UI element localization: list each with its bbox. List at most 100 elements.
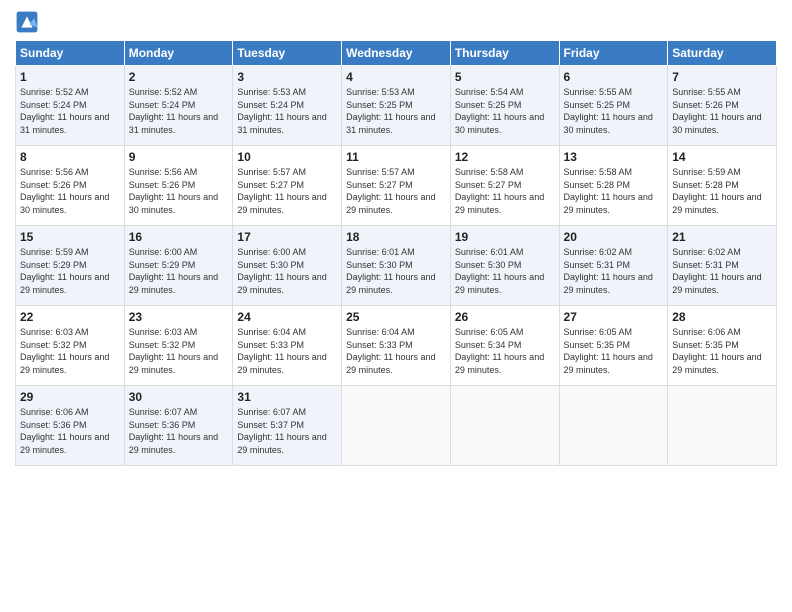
- day-info: Sunrise: 6:05 AM Sunset: 5:34 PM Dayligh…: [455, 326, 555, 376]
- day-info: Sunrise: 5:56 AM Sunset: 5:26 PM Dayligh…: [20, 166, 120, 216]
- calendar-cell: [342, 386, 451, 466]
- day-number: 31: [237, 390, 337, 404]
- weekday-header-saturday: Saturday: [668, 41, 777, 66]
- day-number: 8: [20, 150, 120, 164]
- calendar-cell: 4 Sunrise: 5:53 AM Sunset: 5:25 PM Dayli…: [342, 66, 451, 146]
- day-info: Sunrise: 5:55 AM Sunset: 5:26 PM Dayligh…: [672, 86, 772, 136]
- day-number: 26: [455, 310, 555, 324]
- day-number: 30: [129, 390, 229, 404]
- day-number: 14: [672, 150, 772, 164]
- day-info: Sunrise: 5:58 AM Sunset: 5:28 PM Dayligh…: [564, 166, 664, 216]
- calendar-week-row: 22 Sunrise: 6:03 AM Sunset: 5:32 PM Dayl…: [16, 306, 777, 386]
- day-info: Sunrise: 6:04 AM Sunset: 5:33 PM Dayligh…: [346, 326, 446, 376]
- calendar-week-row: 29 Sunrise: 6:06 AM Sunset: 5:36 PM Dayl…: [16, 386, 777, 466]
- calendar-cell: 18 Sunrise: 6:01 AM Sunset: 5:30 PM Dayl…: [342, 226, 451, 306]
- weekday-header-monday: Monday: [124, 41, 233, 66]
- day-number: 1: [20, 70, 120, 84]
- day-number: 25: [346, 310, 446, 324]
- day-info: Sunrise: 5:53 AM Sunset: 5:25 PM Dayligh…: [346, 86, 446, 136]
- day-info: Sunrise: 6:03 AM Sunset: 5:32 PM Dayligh…: [129, 326, 229, 376]
- calendar-cell: 3 Sunrise: 5:53 AM Sunset: 5:24 PM Dayli…: [233, 66, 342, 146]
- day-number: 3: [237, 70, 337, 84]
- day-info: Sunrise: 6:00 AM Sunset: 5:30 PM Dayligh…: [237, 246, 337, 296]
- calendar-cell: 20 Sunrise: 6:02 AM Sunset: 5:31 PM Dayl…: [559, 226, 668, 306]
- calendar-cell: 8 Sunrise: 5:56 AM Sunset: 5:26 PM Dayli…: [16, 146, 125, 226]
- day-number: 15: [20, 230, 120, 244]
- day-number: 11: [346, 150, 446, 164]
- day-info: Sunrise: 5:59 AM Sunset: 5:29 PM Dayligh…: [20, 246, 120, 296]
- weekday-header-wednesday: Wednesday: [342, 41, 451, 66]
- calendar-cell: [559, 386, 668, 466]
- weekday-header-friday: Friday: [559, 41, 668, 66]
- weekday-header-tuesday: Tuesday: [233, 41, 342, 66]
- page-header: [15, 10, 777, 34]
- calendar-cell: 27 Sunrise: 6:05 AM Sunset: 5:35 PM Dayl…: [559, 306, 668, 386]
- day-info: Sunrise: 5:57 AM Sunset: 5:27 PM Dayligh…: [346, 166, 446, 216]
- calendar-cell: 22 Sunrise: 6:03 AM Sunset: 5:32 PM Dayl…: [16, 306, 125, 386]
- day-number: 12: [455, 150, 555, 164]
- day-number: 13: [564, 150, 664, 164]
- calendar-cell: 30 Sunrise: 6:07 AM Sunset: 5:36 PM Dayl…: [124, 386, 233, 466]
- day-info: Sunrise: 5:55 AM Sunset: 5:25 PM Dayligh…: [564, 86, 664, 136]
- calendar-cell: 29 Sunrise: 6:06 AM Sunset: 5:36 PM Dayl…: [16, 386, 125, 466]
- day-info: Sunrise: 6:01 AM Sunset: 5:30 PM Dayligh…: [455, 246, 555, 296]
- day-info: Sunrise: 5:52 AM Sunset: 5:24 PM Dayligh…: [129, 86, 229, 136]
- day-number: 4: [346, 70, 446, 84]
- day-info: Sunrise: 5:57 AM Sunset: 5:27 PM Dayligh…: [237, 166, 337, 216]
- logo-icon: [15, 10, 39, 34]
- calendar-cell: 11 Sunrise: 5:57 AM Sunset: 5:27 PM Dayl…: [342, 146, 451, 226]
- calendar-cell: 10 Sunrise: 5:57 AM Sunset: 5:27 PM Dayl…: [233, 146, 342, 226]
- calendar-cell: 28 Sunrise: 6:06 AM Sunset: 5:35 PM Dayl…: [668, 306, 777, 386]
- day-number: 23: [129, 310, 229, 324]
- calendar-cell: 19 Sunrise: 6:01 AM Sunset: 5:30 PM Dayl…: [450, 226, 559, 306]
- day-info: Sunrise: 6:07 AM Sunset: 5:36 PM Dayligh…: [129, 406, 229, 456]
- day-number: 19: [455, 230, 555, 244]
- day-info: Sunrise: 6:07 AM Sunset: 5:37 PM Dayligh…: [237, 406, 337, 456]
- day-info: Sunrise: 6:02 AM Sunset: 5:31 PM Dayligh…: [672, 246, 772, 296]
- day-number: 21: [672, 230, 772, 244]
- day-info: Sunrise: 6:00 AM Sunset: 5:29 PM Dayligh…: [129, 246, 229, 296]
- weekday-header-thursday: Thursday: [450, 41, 559, 66]
- calendar-cell: 12 Sunrise: 5:58 AM Sunset: 5:27 PM Dayl…: [450, 146, 559, 226]
- calendar-cell: 1 Sunrise: 5:52 AM Sunset: 5:24 PM Dayli…: [16, 66, 125, 146]
- day-info: Sunrise: 6:05 AM Sunset: 5:35 PM Dayligh…: [564, 326, 664, 376]
- day-number: 27: [564, 310, 664, 324]
- calendar-cell: 16 Sunrise: 6:00 AM Sunset: 5:29 PM Dayl…: [124, 226, 233, 306]
- calendar-cell: 23 Sunrise: 6:03 AM Sunset: 5:32 PM Dayl…: [124, 306, 233, 386]
- calendar-cell: 25 Sunrise: 6:04 AM Sunset: 5:33 PM Dayl…: [342, 306, 451, 386]
- calendar-week-row: 15 Sunrise: 5:59 AM Sunset: 5:29 PM Dayl…: [16, 226, 777, 306]
- day-info: Sunrise: 5:53 AM Sunset: 5:24 PM Dayligh…: [237, 86, 337, 136]
- day-info: Sunrise: 6:01 AM Sunset: 5:30 PM Dayligh…: [346, 246, 446, 296]
- header-row: SundayMondayTuesdayWednesdayThursdayFrid…: [16, 41, 777, 66]
- weekday-header-sunday: Sunday: [16, 41, 125, 66]
- logo: [15, 10, 43, 34]
- day-info: Sunrise: 6:04 AM Sunset: 5:33 PM Dayligh…: [237, 326, 337, 376]
- day-number: 10: [237, 150, 337, 164]
- day-number: 7: [672, 70, 772, 84]
- calendar-table: SundayMondayTuesdayWednesdayThursdayFrid…: [15, 40, 777, 466]
- day-info: Sunrise: 5:58 AM Sunset: 5:27 PM Dayligh…: [455, 166, 555, 216]
- day-info: Sunrise: 6:06 AM Sunset: 5:35 PM Dayligh…: [672, 326, 772, 376]
- day-number: 2: [129, 70, 229, 84]
- day-info: Sunrise: 6:03 AM Sunset: 5:32 PM Dayligh…: [20, 326, 120, 376]
- calendar-cell: 13 Sunrise: 5:58 AM Sunset: 5:28 PM Dayl…: [559, 146, 668, 226]
- day-number: 9: [129, 150, 229, 164]
- day-info: Sunrise: 6:06 AM Sunset: 5:36 PM Dayligh…: [20, 406, 120, 456]
- calendar-cell: 7 Sunrise: 5:55 AM Sunset: 5:26 PM Dayli…: [668, 66, 777, 146]
- calendar-cell: 15 Sunrise: 5:59 AM Sunset: 5:29 PM Dayl…: [16, 226, 125, 306]
- day-info: Sunrise: 5:52 AM Sunset: 5:24 PM Dayligh…: [20, 86, 120, 136]
- calendar-cell: 24 Sunrise: 6:04 AM Sunset: 5:33 PM Dayl…: [233, 306, 342, 386]
- day-number: 18: [346, 230, 446, 244]
- calendar-cell: 9 Sunrise: 5:56 AM Sunset: 5:26 PM Dayli…: [124, 146, 233, 226]
- day-number: 6: [564, 70, 664, 84]
- day-number: 22: [20, 310, 120, 324]
- calendar-cell: 5 Sunrise: 5:54 AM Sunset: 5:25 PM Dayli…: [450, 66, 559, 146]
- calendar-cell: 21 Sunrise: 6:02 AM Sunset: 5:31 PM Dayl…: [668, 226, 777, 306]
- calendar-cell: 14 Sunrise: 5:59 AM Sunset: 5:28 PM Dayl…: [668, 146, 777, 226]
- day-info: Sunrise: 5:56 AM Sunset: 5:26 PM Dayligh…: [129, 166, 229, 216]
- day-number: 16: [129, 230, 229, 244]
- calendar-cell: [668, 386, 777, 466]
- calendar-week-row: 8 Sunrise: 5:56 AM Sunset: 5:26 PM Dayli…: [16, 146, 777, 226]
- day-number: 17: [237, 230, 337, 244]
- calendar-cell: 6 Sunrise: 5:55 AM Sunset: 5:25 PM Dayli…: [559, 66, 668, 146]
